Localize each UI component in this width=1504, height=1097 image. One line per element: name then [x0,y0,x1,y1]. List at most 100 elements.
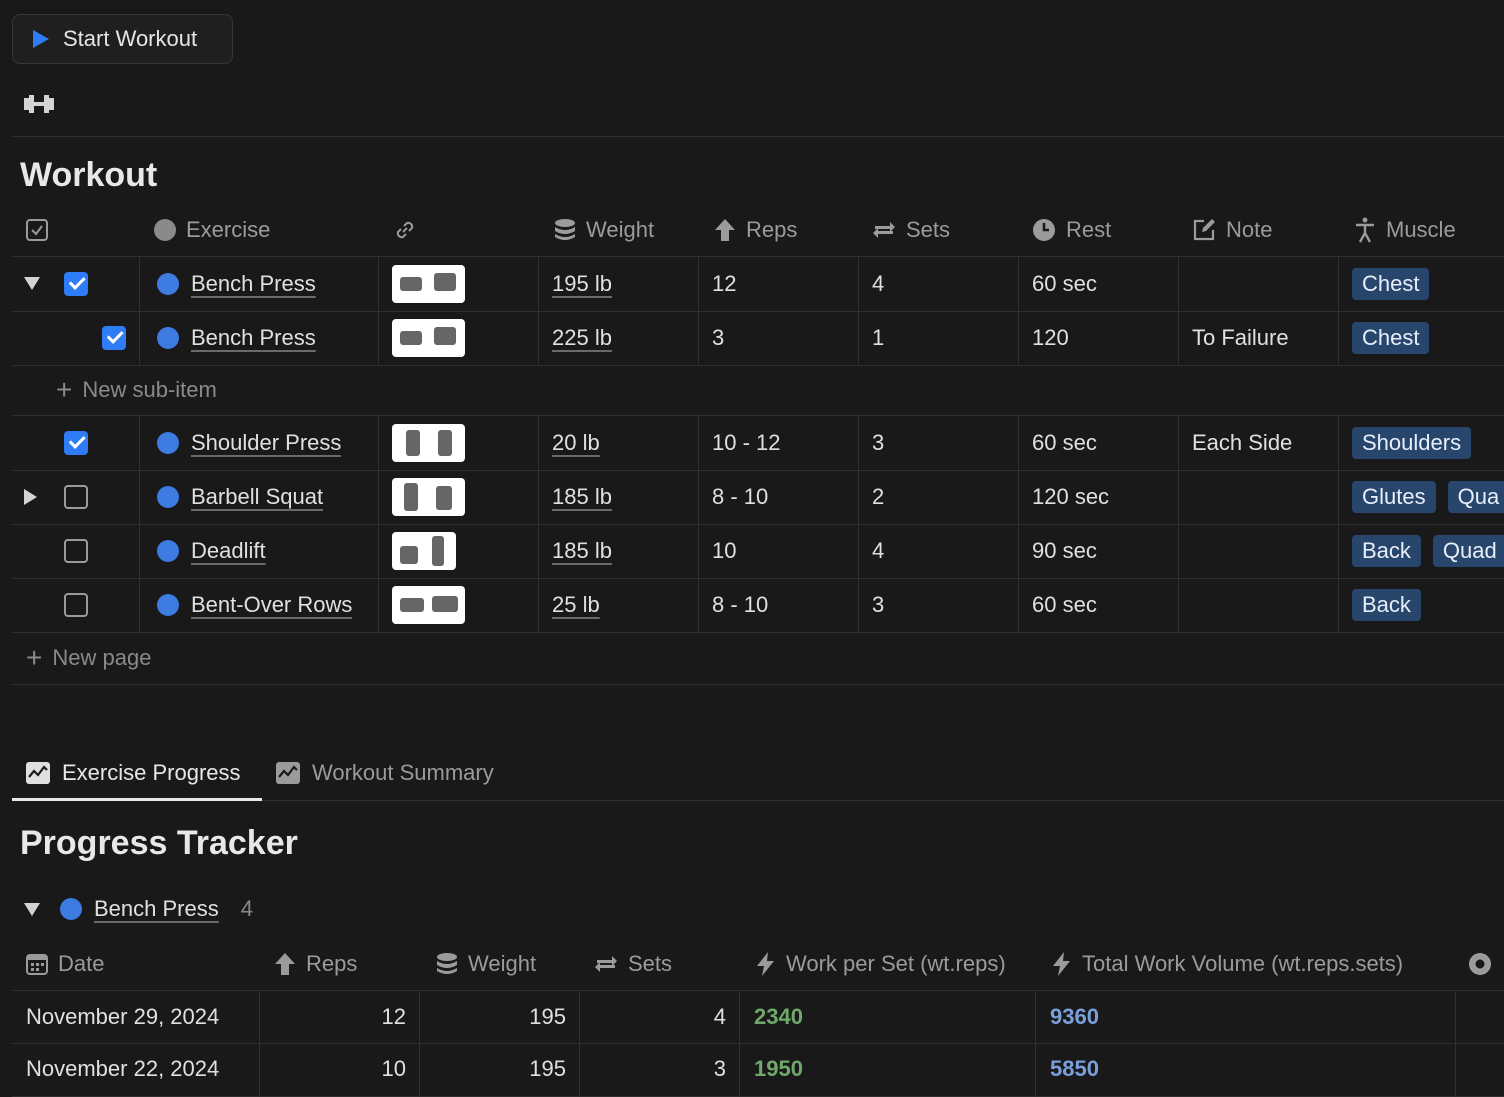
rest-cell[interactable]: 60 sec [1032,257,1097,310]
checkbox-unchecked[interactable] [64,484,88,509]
exercise-cell[interactable]: Barbell Squat [157,470,323,523]
note-cell[interactable]: Each Side [1192,416,1292,469]
date-cell[interactable]: November 22, 2024 [26,1044,219,1094]
work-per-set-cell[interactable]: 2340 [754,991,803,1043]
row-checkbox[interactable] [64,416,88,469]
sets-cell[interactable]: 4 [580,991,726,1043]
sets-cell[interactable]: 2 [872,470,884,523]
link-cell[interactable] [392,257,465,310]
header-reps[interactable]: Reps [714,212,797,248]
exercise-thumbnail[interactable] [392,585,465,624]
header-date[interactable]: Date [26,946,104,982]
checkbox-checked[interactable] [64,430,88,455]
header-exercise[interactable]: Exercise [154,212,270,248]
link-cell[interactable] [392,311,465,364]
exercise-cell[interactable]: Bent-Over Rows [157,578,352,631]
exercise-name[interactable]: Deadlift [191,538,266,564]
header-note[interactable]: Note [1192,212,1272,248]
sets-cell[interactable]: 4 [872,524,884,577]
exercise-name[interactable]: Shoulder Press [191,430,341,456]
weight-cell[interactable]: 225 lb [552,311,612,364]
date-cell[interactable]: November 29, 2024 [26,991,219,1043]
exercise-thumbnail[interactable] [392,531,456,570]
sets-cell[interactable]: 4 [872,257,884,310]
expand-toggle[interactable] [24,470,37,523]
checkbox-checked[interactable] [102,325,126,350]
reps-cell[interactable]: 10 [260,1044,406,1094]
sets-cell[interactable]: 3 [872,416,884,469]
weight-cell[interactable]: 25 lb [552,578,600,631]
weight-cell[interactable]: 185 lb [552,470,612,523]
muscle-cell[interactable]: Chest [1352,257,1504,310]
reps-cell[interactable]: 3 [712,311,724,364]
header-muscle[interactable]: Muscle [1354,212,1456,248]
tab-exercise-progress[interactable]: Exercise Progress [26,748,241,798]
reps-cell[interactable]: 10 - 12 [712,416,781,469]
expand-toggle[interactable] [24,257,40,310]
muscle-cell[interactable]: Shoulders [1352,416,1504,469]
muscle-cell[interactable]: Back Quad [1352,524,1504,577]
link-cell[interactable] [392,578,465,631]
exercise-thumbnail[interactable] [392,318,465,357]
rest-cell[interactable]: 60 sec [1032,578,1097,631]
exercise-thumbnail[interactable] [392,264,465,303]
group-header[interactable]: Bench Press 4 [24,890,253,928]
header-more[interactable] [1468,946,1492,982]
exercise-cell[interactable]: Bench Press [157,311,316,364]
row-checkbox[interactable] [64,578,88,631]
sets-cell[interactable]: 3 [580,1044,726,1094]
row-checkbox[interactable] [102,311,126,364]
tab-workout-summary[interactable]: Workout Summary [276,748,494,798]
header-weight[interactable]: Weight [436,946,536,982]
muscle-cell[interactable]: Back [1352,578,1504,631]
new-sub-item-row[interactable]: + New sub-item [12,365,1504,416]
exercise-cell[interactable]: Deadlift [157,524,266,577]
checkbox-unchecked[interactable] [64,538,88,563]
rest-cell[interactable]: 60 sec [1032,416,1097,469]
row-checkbox[interactable] [64,470,88,523]
exercise-name[interactable]: Bench Press [191,271,316,297]
weight-cell[interactable]: 20 lb [552,416,600,469]
weight-cell[interactable]: 185 lb [552,524,612,577]
checkbox-unchecked[interactable] [64,592,88,617]
weight-cell[interactable]: 195 [420,991,566,1043]
rest-cell[interactable]: 120 sec [1032,470,1109,523]
header-sets[interactable]: Sets [872,212,950,248]
checkbox-checked[interactable] [64,271,88,296]
header-work-per-set[interactable]: Work per Set (wt.reps) [756,946,1006,982]
header-total-volume[interactable]: Total Work Volume (wt.reps.sets) [1052,946,1403,982]
total-volume-cell[interactable]: 5850 [1050,1044,1099,1094]
header-rest[interactable]: Rest [1032,212,1111,248]
reps-cell[interactable]: 12 [260,991,406,1043]
rest-cell[interactable]: 120 [1032,311,1069,364]
header-weight[interactable]: Weight [554,212,654,248]
muscle-cell[interactable]: Glutes Qua [1352,470,1504,523]
link-cell[interactable] [392,470,465,523]
row-checkbox[interactable] [64,524,88,577]
start-workout-button[interactable]: Start Workout [12,14,233,64]
select-all-header[interactable] [26,212,48,248]
exercise-name[interactable]: Bent-Over Rows [191,592,352,618]
rest-cell[interactable]: 90 sec [1032,524,1097,577]
exercise-cell[interactable]: Bench Press [157,257,316,310]
reps-cell[interactable]: 12 [712,257,736,310]
link-cell[interactable] [392,416,465,469]
header-reps[interactable]: Reps [274,946,357,982]
weight-cell[interactable]: 195 lb [552,257,612,310]
exercise-name[interactable]: Barbell Squat [191,484,323,510]
reps-cell[interactable]: 10 [712,524,736,577]
reps-cell[interactable]: 8 - 10 [712,470,768,523]
exercise-thumbnail[interactable] [392,423,465,462]
exercise-thumbnail[interactable] [392,477,465,516]
total-volume-cell[interactable]: 9360 [1050,991,1099,1043]
sets-cell[interactable]: 1 [872,311,884,364]
work-per-set-cell[interactable]: 1950 [754,1044,803,1094]
header-sets[interactable]: Sets [594,946,672,982]
group-name[interactable]: Bench Press [94,896,219,922]
link-cell[interactable] [392,524,456,577]
header-link[interactable] [392,212,418,248]
exercise-cell[interactable]: Shoulder Press [157,416,341,469]
exercise-name[interactable]: Bench Press [191,325,316,351]
row-checkbox[interactable] [64,257,88,310]
muscle-cell[interactable]: Chest [1352,311,1504,364]
